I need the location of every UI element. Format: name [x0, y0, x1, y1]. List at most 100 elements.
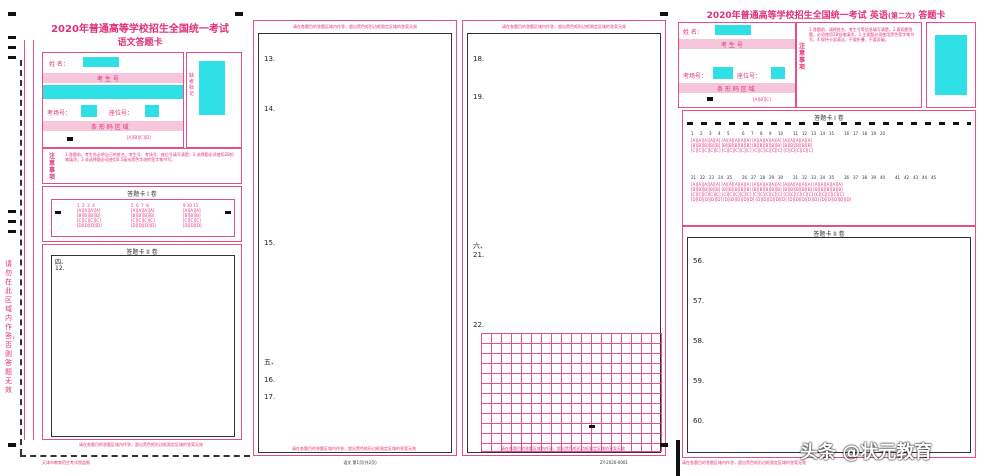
section-two-box: 答题卡 II 卷 四、 12.: [42, 244, 242, 440]
q13-label: 13.: [264, 55, 276, 63]
title-card: 答题卡: [918, 11, 946, 21]
photo-box: 缺考标记: [186, 52, 242, 148]
mc-bubbles-3[interactable]: 9 10 11 [A][A][A] [B][B][B] [C][C][C] [D][D]…: [183, 203, 223, 228]
mc-row2[interactable]: 21 22 23 24 25 26 27 28 29 30 31 32 33 34 35 36 37 38 39 40…: [691, 175, 971, 219]
timing-mark: [8, 210, 16, 213]
name-field[interactable]: [715, 25, 751, 35]
section-one-title: 答题卡 I 卷: [814, 115, 844, 122]
mc-question-number: 24: [718, 175, 724, 180]
mc-row1[interactable]: 1 2 3 4 5 6 7 8 9 10 11 12 13 14 15 16 17 18 19 20 [A][A][A…: [691, 131, 971, 175]
notice-label: 注意事项: [799, 43, 806, 71]
seat2-field[interactable]: [771, 67, 785, 79]
footer-page: 语文 第1页(共2页): [343, 460, 377, 465]
exam-no-field[interactable]: [43, 85, 183, 99]
timing-mark: [8, 230, 16, 233]
q59-label: 59.: [693, 377, 705, 385]
grid-marker: [589, 425, 595, 428]
mc-question-number: 40: [880, 175, 886, 180]
seat-field[interactable]: [81, 105, 97, 117]
missing-mark[interactable]: [67, 137, 73, 141]
side-stripe: [24, 40, 34, 440]
photo-area: [199, 61, 225, 115]
section-two-area[interactable]: [687, 237, 971, 453]
bubble-sample: [A][B][C][D]: [127, 135, 151, 140]
mc-question-number: 43: [913, 175, 919, 180]
side-warning-text: 请勿在此区域内作答，否则答题无效: [5, 260, 19, 394]
essay-grid[interactable]: [481, 333, 662, 452]
barcode-label: 条 形 码 区 域: [717, 86, 755, 93]
notice-text: 1.答题前，请将姓名、考生号等信息填写清楚。2.客观题答题，必须使用2B铅笔填涂…: [809, 27, 915, 42]
sticker-label: 缺考标记: [189, 73, 195, 97]
notice-box: 注意事项 1.答题前，考生务必将自己的姓名、考生号、考场号、座位号填写清楚；2.…: [42, 148, 242, 184]
mc-question-number: 25: [727, 175, 733, 180]
mc-question-number: 1: [691, 131, 694, 136]
mc-question-number: 13: [811, 131, 817, 136]
mc-row2-bubbles: [A][A][A][A][A] [A][A][A][A][A] [A][A][A…: [691, 182, 852, 202]
sheet-title: 2020年普通高等学校招生全国统一考试 语文答题卡: [40, 20, 240, 48]
timing-mark: [8, 12, 16, 16]
mc-question-number: 10: [778, 131, 784, 136]
timing-mark: [8, 443, 16, 447]
section-one-title: 答题卡 I 卷: [127, 191, 157, 198]
mc-question-number: 33: [811, 175, 817, 180]
mc-question-number: 19: [871, 131, 877, 136]
mc-question-number: 11: [793, 131, 799, 136]
q17-label: 17.: [264, 393, 276, 401]
seat-field[interactable]: [713, 67, 733, 79]
q19-label: 19.: [473, 93, 485, 101]
mc-question-number: 21: [691, 175, 697, 180]
chinese-answer-sheet: 请勿在此区域内作答，否则答题无效 2020年普通高等学校招生全国统一考试 语文答…: [0, 0, 252, 476]
mc-question-number: 30: [778, 175, 784, 180]
mc-bubbles-1[interactable]: 1 2 3 4 [A][A][A][A] [B][B][B][B] [C][C][C]…: [77, 203, 137, 228]
notice-text: 1.答题前，考生务必将自己的姓名、考生号、考场号、座位号填写清楚；2.选择题必须…: [65, 152, 234, 162]
barcode-label: 条 形 码 区 域: [91, 124, 129, 131]
answer-area[interactable]: [258, 33, 452, 453]
mc-question-number: 16: [844, 131, 850, 136]
mc-bubbles-2[interactable]: 5 6 7 8 [A][A][A][A] [B][B][B][B] [C][C][C]…: [131, 203, 191, 228]
bottom-dashed-line: [20, 455, 250, 457]
q58-label: 58.: [693, 337, 705, 345]
timing-mark: [8, 56, 16, 59]
title-line1: 2020年普通高等学校招生全国统一考试: [706, 11, 867, 21]
mc-question-number: 5: [727, 131, 730, 136]
bubble-sample: [A][B][C]: [753, 97, 771, 102]
q15-label: 15.: [264, 239, 276, 247]
q14-label: 14.: [264, 105, 276, 113]
q57-label: 57.: [693, 297, 705, 305]
q60-label: 60.: [693, 417, 705, 425]
mc-question-number: 35: [829, 175, 835, 180]
timing-mark: [676, 440, 680, 476]
mc-marker-row: [687, 122, 971, 125]
mc-question-number: 32: [802, 175, 808, 180]
name-field[interactable]: [83, 57, 119, 67]
mc-question-number: 31: [793, 175, 799, 180]
mc-question-number: 27: [751, 175, 757, 180]
section-one-box: 答题卡 I 卷 1 2 3 4 [A][A][A][A] [B][B][B][B][…: [42, 186, 242, 242]
mc-question-number: 23: [709, 175, 715, 180]
mc-marker: [225, 211, 231, 214]
title-suffix: (第二次): [887, 12, 916, 20]
header-warning-2: 请在各题目的答题区域内作答，超出黑色矩形边框限定区域的答案无效: [502, 24, 626, 29]
mc-question-number: 12: [802, 131, 808, 136]
seat-label: 考场号：: [47, 110, 72, 117]
timing-mark: [8, 220, 16, 223]
mc-question-number: 28: [760, 175, 766, 180]
mc-question-number: 22: [700, 175, 706, 180]
q-six-label: 六、: [473, 242, 487, 250]
exam-no-label: 考 生 号: [721, 42, 743, 49]
mc-question-number: 8: [760, 131, 763, 136]
seat2-field[interactable]: [145, 105, 159, 117]
timing-mark: [8, 36, 16, 39]
dashed-border: [20, 60, 24, 455]
timing-mark: [8, 46, 16, 49]
timing-mark: [235, 12, 243, 16]
middle-footer-warning: 请在各题目的答题区域内作答，超出黑色矩形边框限定区域的答案无效: [292, 446, 416, 451]
section-two-area[interactable]: [51, 255, 235, 437]
mc-question-number: 7: [751, 131, 754, 136]
notice-label: 注意事项: [49, 153, 56, 181]
q-five-label: 五、: [264, 358, 278, 366]
missing-mark[interactable]: [707, 97, 713, 101]
footer-code: 天津市教育招生考试院监制: [42, 460, 90, 465]
mc-question-number: 14: [820, 131, 826, 136]
mc-question-number: 18: [862, 131, 868, 136]
